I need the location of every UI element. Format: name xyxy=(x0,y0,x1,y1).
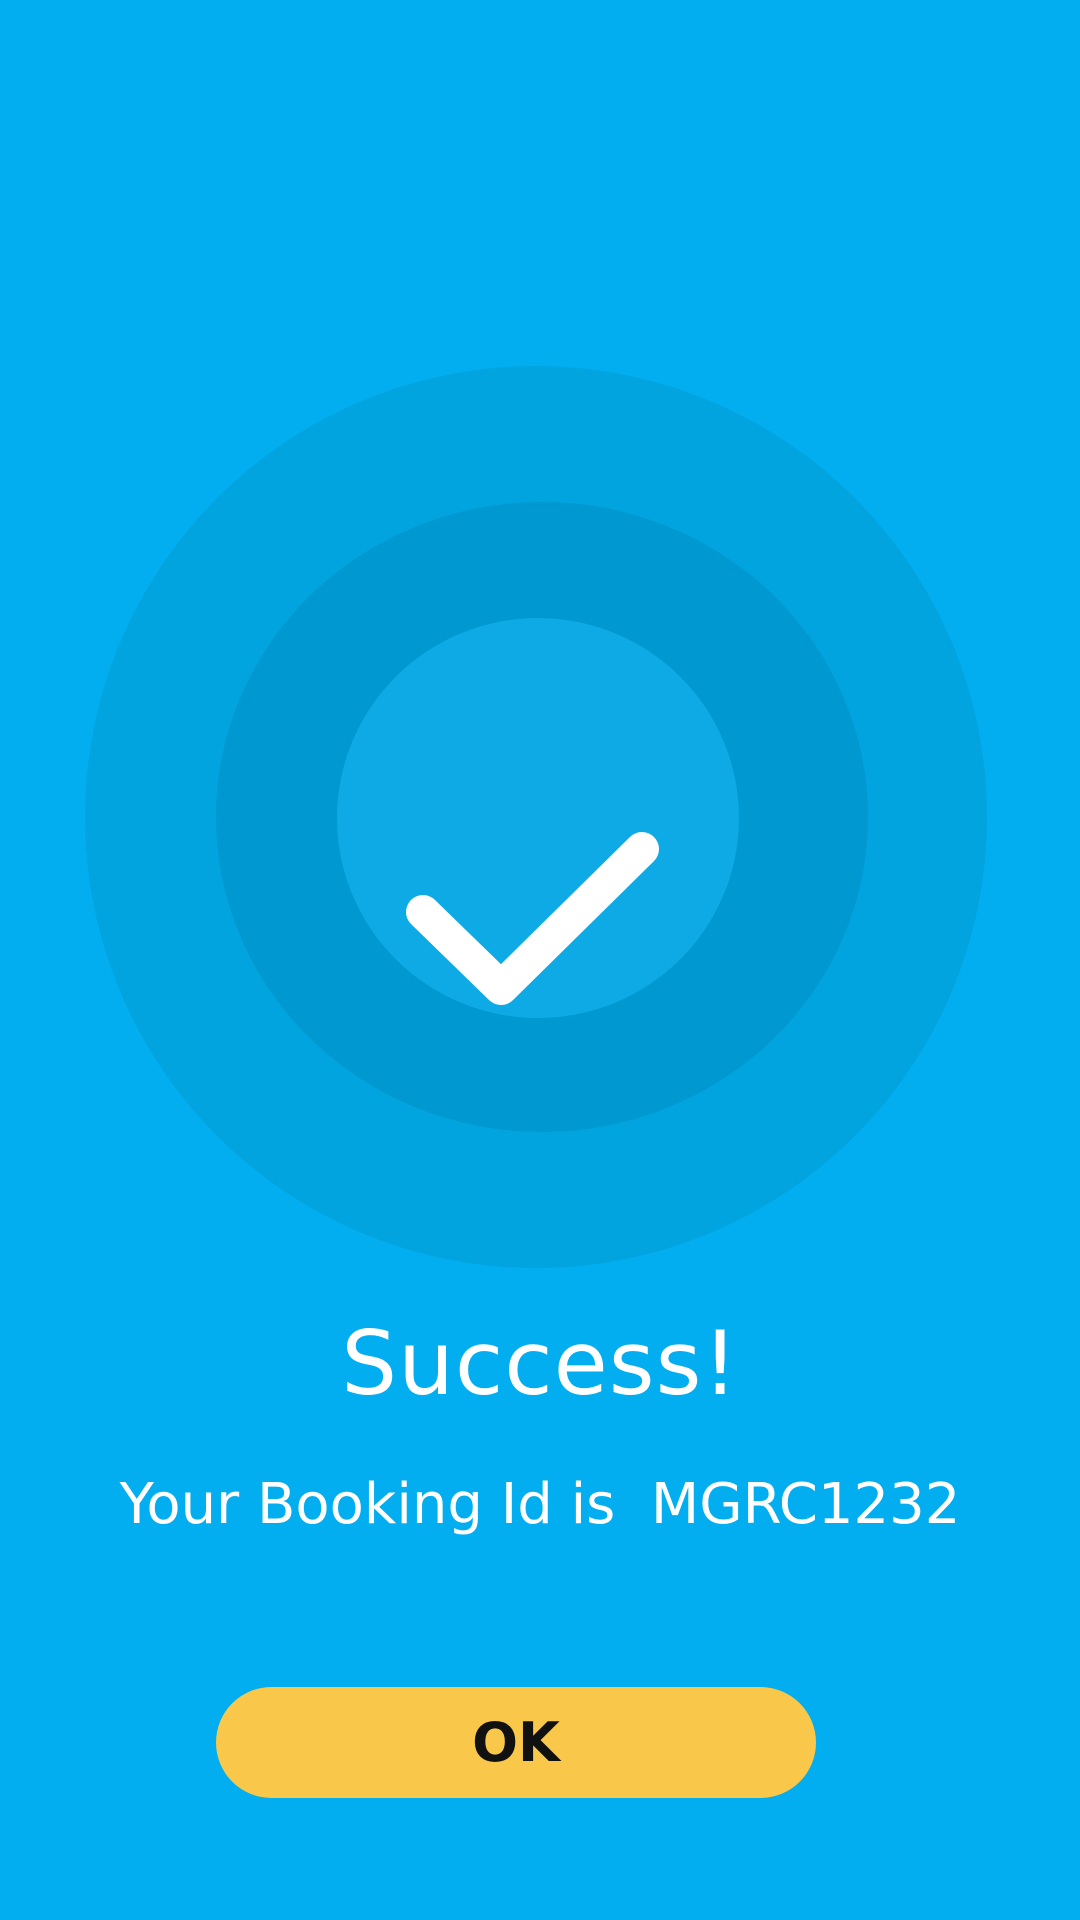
success-title: Success! xyxy=(341,1312,739,1415)
ok-button[interactable]: OK xyxy=(216,1687,816,1798)
booking-id-message: Your Booking Id is MGRC1232 xyxy=(119,1472,961,1537)
success-screen: Success! Your Booking Id is MGRC1232 OK xyxy=(0,0,1080,1920)
check-mark-icon xyxy=(406,832,659,1005)
